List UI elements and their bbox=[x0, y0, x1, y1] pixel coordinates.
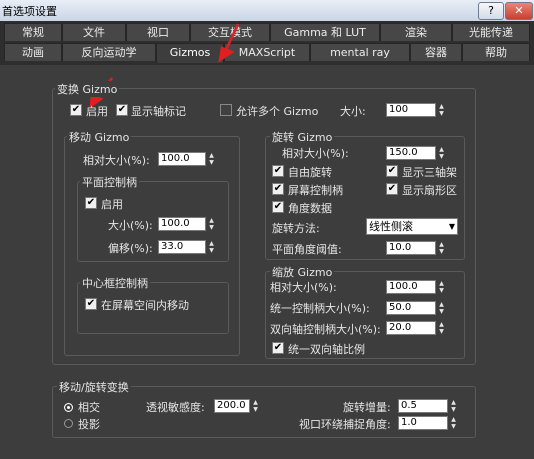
rotation-method-value: 线性侧滚 bbox=[369, 220, 413, 233]
show-three-axes-label: 显示三轴架 bbox=[402, 166, 457, 179]
perspective-sensitivity-label: 透视敏感度: bbox=[146, 401, 205, 414]
uniform-dual-axis-scale-checkbox[interactable]: ✔ bbox=[272, 342, 284, 354]
move-relative-size-arrows[interactable]: ▲ ▼ bbox=[207, 152, 216, 166]
size-spinner[interactable]: 100 ▲ ▼ bbox=[386, 103, 446, 117]
plane-handles-title: 平面控制柄 bbox=[80, 174, 139, 190]
plane-offset-value[interactable]: 33.0 bbox=[158, 240, 206, 254]
viewport-arcrotate-snap-spinner[interactable]: 1.0 ▲ ▼ bbox=[398, 416, 458, 430]
projection-radio-label: 投影 bbox=[78, 418, 100, 431]
scale-relative-size-value[interactable]: 100.0 bbox=[386, 280, 436, 294]
viewport-arcrotate-snap-value[interactable]: 1.0 bbox=[398, 416, 448, 430]
dropdown-arrow-icon[interactable]: ▼ bbox=[449, 219, 455, 234]
enable-checkbox[interactable]: ✔ bbox=[70, 104, 82, 116]
rotate-gizmo-title: 旋转 Gizmo bbox=[270, 129, 335, 145]
plane-handles-enable-checkbox[interactable]: ✔ bbox=[85, 197, 97, 209]
viewport-arcrotate-snap-arrows[interactable]: ▲ ▼ bbox=[449, 416, 458, 430]
plane-offset-spinner[interactable]: 33.0 ▲ ▼ bbox=[158, 240, 216, 254]
allow-multiple-gizmos-checkbox[interactable] bbox=[220, 104, 232, 116]
rotate-relative-size-arrows[interactable]: ▲ ▼ bbox=[437, 146, 446, 160]
plane-offset-arrows[interactable]: ▲ ▼ bbox=[207, 240, 216, 254]
plane-angle-threshold-spinner[interactable]: 10.0 ▲ ▼ bbox=[386, 241, 446, 255]
dual-axis-handle-size-label: 双向轴控制柄大小(%): bbox=[270, 323, 381, 336]
plane-angle-threshold-arrows[interactable]: ▲ ▼ bbox=[437, 241, 446, 255]
rotation-increment-spinner[interactable]: 0.5 ▲ ▼ bbox=[398, 399, 458, 413]
plane-size-arrows[interactable]: ▲ ▼ bbox=[207, 217, 216, 231]
uniform-handle-size-spinner[interactable]: 50.0 ▲ ▼ bbox=[386, 301, 446, 315]
rotation-method-select[interactable]: 线性侧滚 ▼ bbox=[366, 218, 458, 235]
perspective-sensitivity-arrows[interactable]: ▲ ▼ bbox=[251, 399, 260, 413]
scale-gizmo-title: 缩放 Gizmo bbox=[270, 264, 335, 280]
plane-handles-enable-label: 启用 bbox=[101, 198, 123, 211]
plane-angle-threshold-label: 平面角度阈值: bbox=[272, 243, 342, 256]
show-three-axes-checkbox[interactable]: ✔ bbox=[386, 165, 398, 177]
size-value[interactable]: 100 bbox=[386, 103, 436, 117]
relative-radio[interactable] bbox=[64, 403, 73, 412]
rotation-increment-label: 旋转增量: bbox=[343, 401, 391, 414]
move-relative-size-label: 相对大小(%): bbox=[83, 154, 150, 167]
allow-multiple-gizmos-label: 允许多个 Gizmo bbox=[236, 105, 319, 118]
plane-size-spinner[interactable]: 100.0 ▲ ▼ bbox=[158, 217, 216, 231]
show-axis-labels-label: 显示轴标记 bbox=[131, 105, 186, 118]
transform-gizmo-title: 变换 Gizmo bbox=[55, 81, 120, 97]
rotation-increment-arrows[interactable]: ▲ ▼ bbox=[449, 399, 458, 413]
arrow-head-gizmos bbox=[218, 46, 235, 63]
free-rotation-label: 自由旋转 bbox=[288, 166, 332, 179]
rotate-relative-size-value[interactable]: 150.0 bbox=[386, 146, 436, 160]
perspective-sensitivity-spinner[interactable]: 200.0 ▲ ▼ bbox=[214, 399, 260, 413]
screen-space-move-label: 在屏幕空间内移动 bbox=[101, 299, 189, 312]
rotate-relative-size-label: 相对大小(%): bbox=[282, 147, 349, 160]
move-gizmo-title: 移动 Gizmo bbox=[67, 129, 132, 145]
scale-relative-size-arrows[interactable]: ▲ ▼ bbox=[437, 280, 446, 294]
plane-angle-threshold-value[interactable]: 10.0 bbox=[386, 241, 436, 255]
show-sector-checkbox[interactable]: ✔ bbox=[386, 183, 398, 195]
angle-data-label: 角度数据 bbox=[288, 202, 332, 215]
free-rotation-checkbox[interactable]: ✔ bbox=[272, 165, 284, 177]
scale-relative-size-spinner[interactable]: 100.0 ▲ ▼ bbox=[386, 280, 446, 294]
dual-axis-handle-size-value[interactable]: 20.0 bbox=[386, 321, 436, 335]
arrow-to-gizmos-tab bbox=[224, 23, 240, 51]
rotation-method-label: 旋转方法: bbox=[272, 222, 320, 235]
screen-handle-checkbox[interactable]: ✔ bbox=[272, 183, 284, 195]
viewport-arcrotate-snap-label: 视口环绕捕捉角度: bbox=[299, 418, 391, 431]
screen-handle-label: 屏幕控制柄 bbox=[288, 184, 343, 197]
screen-space-move-checkbox[interactable]: ✔ bbox=[85, 298, 97, 310]
rotation-increment-value[interactable]: 0.5 bbox=[398, 399, 448, 413]
projection-radio[interactable] bbox=[64, 419, 73, 428]
uniform-handle-size-arrows[interactable]: ▲ ▼ bbox=[437, 301, 446, 315]
uniform-dual-axis-scale-label: 统一双向轴比例 bbox=[288, 343, 365, 356]
perspective-sensitivity-value[interactable]: 200.0 bbox=[214, 399, 250, 413]
show-sector-label: 显示扇形区 bbox=[402, 184, 457, 197]
move-rotate-transform-title: 移动/旋转变换 bbox=[57, 379, 131, 395]
plane-size-value[interactable]: 100.0 bbox=[158, 217, 206, 231]
uniform-handle-size-value[interactable]: 50.0 bbox=[386, 301, 436, 315]
dual-axis-handle-size-spinner[interactable]: 20.0 ▲ ▼ bbox=[386, 321, 446, 335]
relative-radio-label: 相交 bbox=[78, 401, 100, 414]
uniform-handle-size-label: 统一控制柄大小(%): bbox=[270, 302, 370, 315]
move-relative-size-value[interactable]: 100.0 bbox=[158, 152, 206, 166]
size-spinner-arrows[interactable]: ▲ ▼ bbox=[437, 103, 446, 117]
dual-axis-handle-size-arrows[interactable]: ▲ ▼ bbox=[437, 321, 446, 335]
size-label: 大小: bbox=[340, 105, 366, 118]
center-box-title: 中心框控制柄 bbox=[80, 275, 150, 291]
move-relative-size-spinner[interactable]: 100.0 ▲ ▼ bbox=[158, 152, 216, 166]
enable-label: 启用 bbox=[86, 105, 108, 118]
angle-data-checkbox[interactable]: ✔ bbox=[272, 201, 284, 213]
scale-relative-size-label: 相对大小(%): bbox=[270, 281, 337, 294]
plane-offset-label: 偏移(%): bbox=[108, 242, 153, 255]
show-axis-labels-checkbox[interactable]: ✔ bbox=[116, 104, 128, 116]
plane-size-label: 大小(%): bbox=[108, 219, 153, 232]
rotate-relative-size-spinner[interactable]: 150.0 ▲ ▼ bbox=[386, 146, 446, 160]
